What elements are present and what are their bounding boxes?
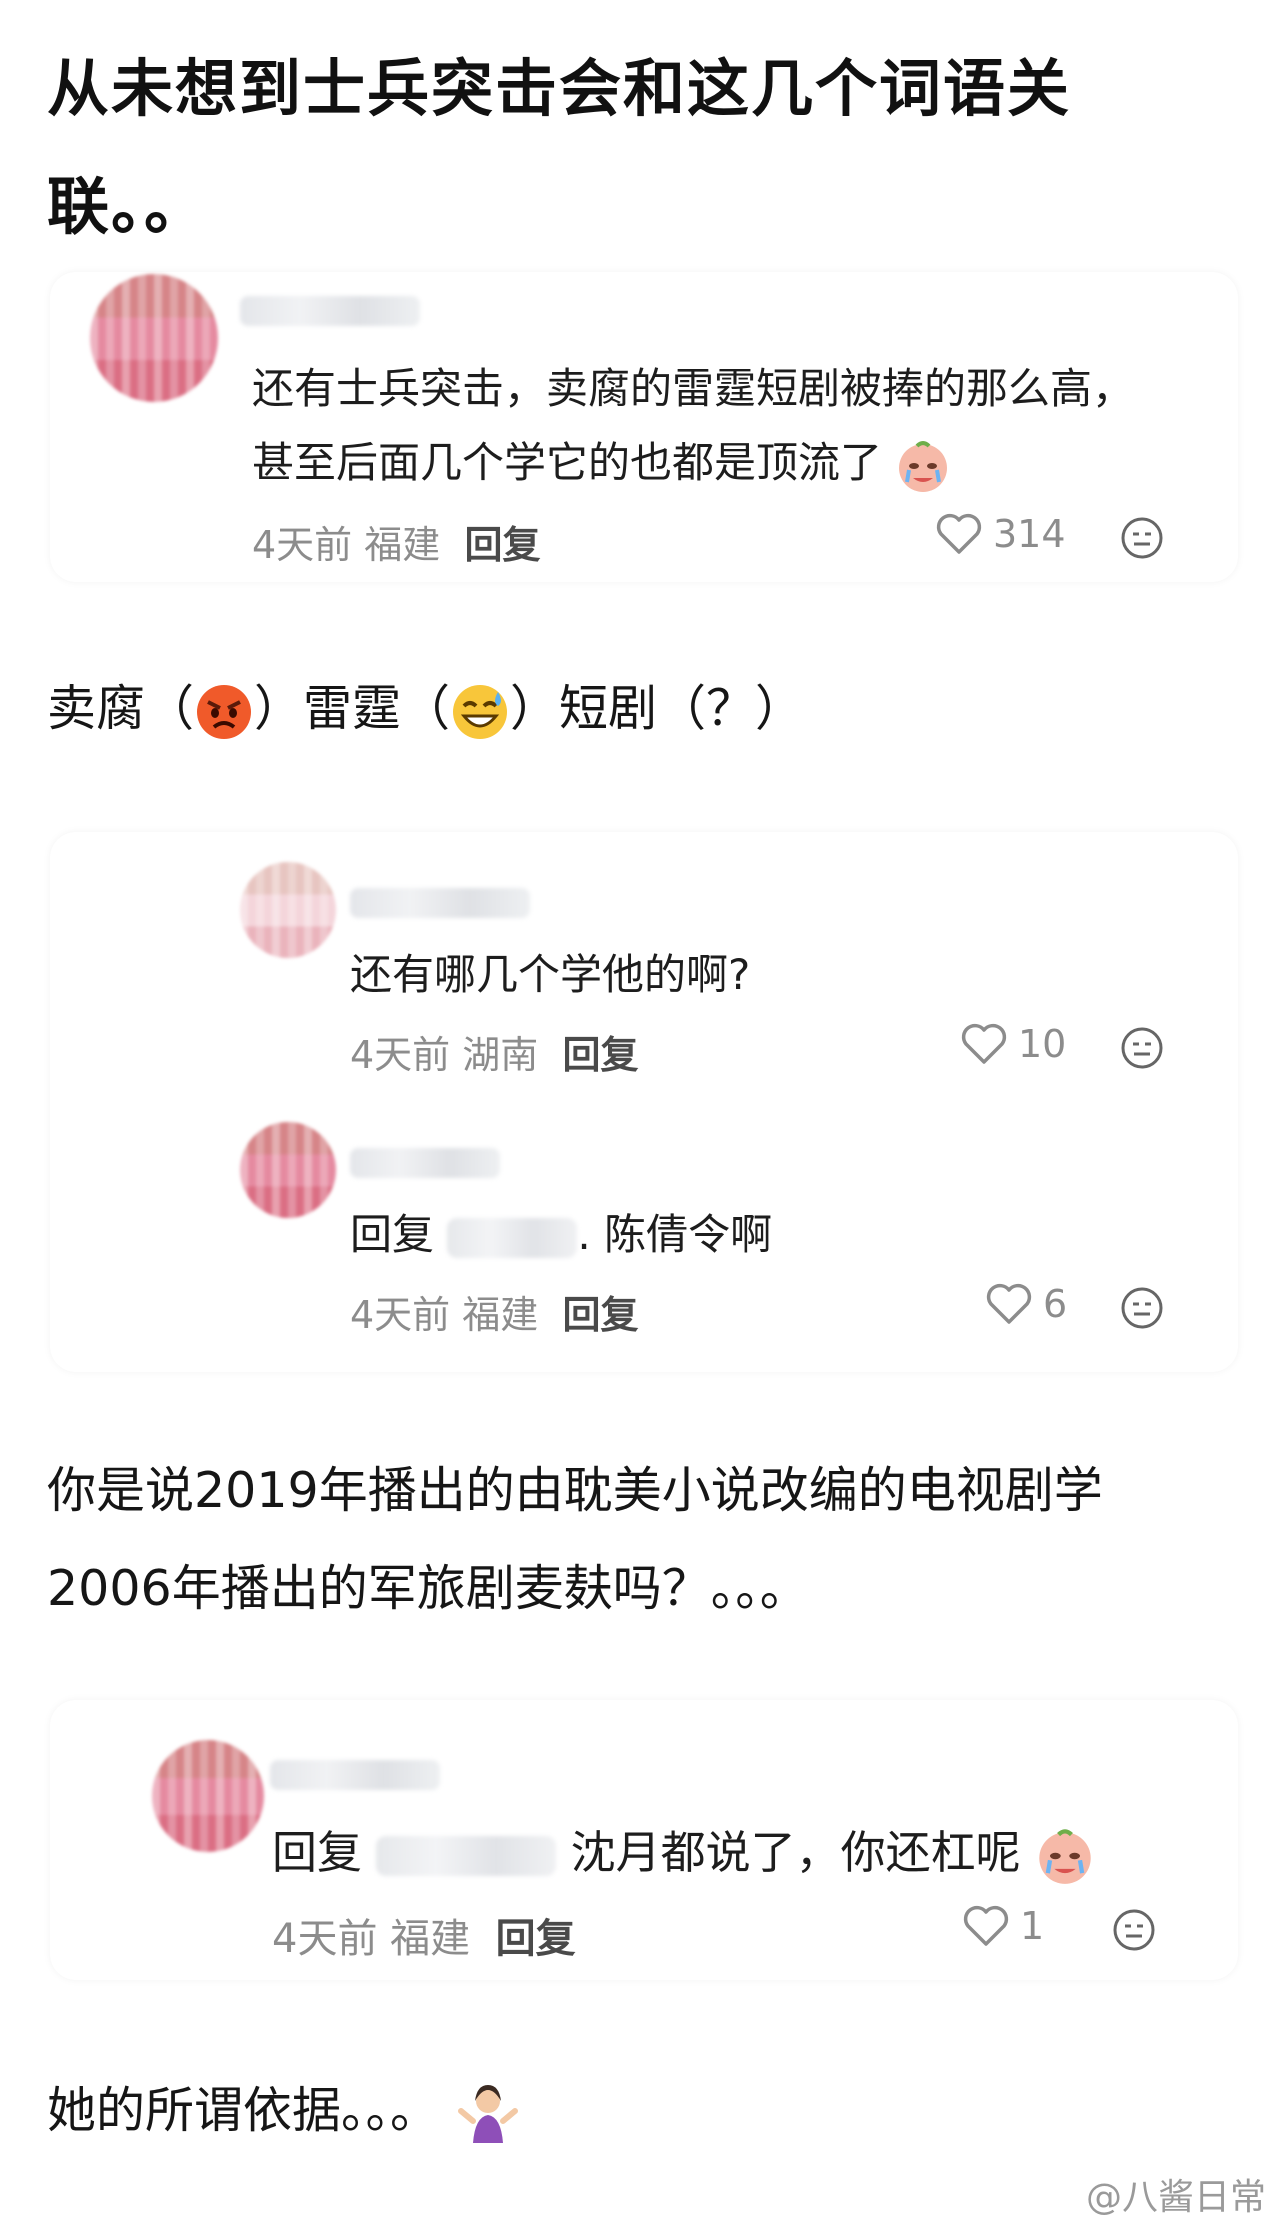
comment-text-content: 陈倩令啊 (604, 1210, 773, 1259)
comment-text: 还有士兵突击，卖腐的雷霆短剧被捧的那么高，甚至后面几个学它的也都是顶流了 (252, 352, 1152, 500)
comment-time: 4天前 (272, 1916, 378, 1962)
comment-time: 4天前 (252, 523, 353, 567)
like-button[interactable]: 314 (935, 512, 1066, 556)
commenter-avatar[interactable] (90, 274, 218, 402)
keyword-part: ）雷霆（ (254, 680, 451, 737)
mentioned-user[interactable] (447, 1217, 578, 1258)
commenter-name[interactable] (350, 888, 530, 918)
commenter-avatar[interactable] (152, 1740, 264, 1852)
comment-meta: 4天前 福建 回复 (252, 514, 540, 569)
mentioned-user[interactable] (376, 1836, 557, 1876)
comment-location: 福建 (364, 523, 441, 567)
comment-meta: 4天前 福建 回复 (272, 1906, 576, 1964)
watermark: @八酱日常 (1085, 2177, 1266, 2218)
comment-card: 回复 沈月都说了，你还杠呢 4天前 福建 回复 1 (50, 1700, 1238, 1980)
keyword-part: ）短剧（？） (510, 680, 805, 737)
reply-prefix: 回复 (350, 1210, 435, 1259)
comment-meta: 4天前 福建 回复 (350, 1284, 638, 1339)
comment-card: 还有哪几个学他的啊? 4天前 湖南 回复 10 回复 . 陈倩令啊 4天前 福建… (50, 832, 1238, 1372)
comment-location: 福建 (462, 1293, 539, 1337)
neutral-face-icon[interactable] (1120, 1026, 1164, 1070)
heart-outline-icon (961, 1023, 1007, 1064)
heart-outline-icon (963, 1905, 1009, 1946)
commenter-avatar[interactable] (240, 862, 336, 958)
comment-text-content: 沈月都说了，你还杠呢 (570, 1826, 1021, 1879)
like-button[interactable]: 6 (985, 1282, 1067, 1326)
neutral-face-icon[interactable] (1120, 516, 1164, 560)
comment-text: 回复 沈月都说了，你还杠呢 (272, 1816, 1232, 1890)
like-count: 10 (1018, 1022, 1067, 1066)
comment-text: 还有哪几个学他的啊? (350, 950, 751, 999)
commenter-avatar[interactable] (240, 1122, 336, 1218)
reply-button[interactable]: 回复 (464, 523, 540, 567)
reply-prefix: 回复 (272, 1826, 363, 1879)
commenter-name[interactable] (240, 296, 420, 326)
keyword-part: 卖腐（ (47, 680, 195, 737)
heart-outline-icon (986, 1283, 1032, 1324)
like-button[interactable]: 10 (960, 1022, 1066, 1066)
heart-outline-icon (936, 513, 982, 554)
like-count: 6 (1043, 1282, 1068, 1326)
post-paragraph: 她的所谓依据。。。 (47, 2062, 521, 2160)
post-paragraph: 你是说2019年播出的由耽美小说改编的电视剧学2006年播出的军旅剧麦麸吗？。。… (47, 1462, 1103, 1617)
angry-face-icon (197, 684, 252, 739)
comment-text: 回复 . 陈倩令啊 (350, 1210, 773, 1259)
reply-button[interactable]: 回复 (562, 1293, 638, 1337)
comment-time: 4天前 (350, 1293, 451, 1337)
emoji-keyword-line: 卖腐（ ）雷霆（ ）短剧（？） (47, 660, 804, 758)
like-count: 314 (993, 512, 1066, 556)
like-count: 1 (1020, 1904, 1045, 1948)
comment-location: 湖南 (462, 1033, 539, 1077)
commenter-name[interactable] (350, 1148, 500, 1178)
comment-card: 还有士兵突击，卖腐的雷霆短剧被捧的那么高，甚至后面几个学它的也都是顶流了 4天前… (50, 272, 1238, 582)
reply-button[interactable]: 回复 (562, 1033, 638, 1077)
comment-location: 福建 (390, 1916, 471, 1962)
like-button[interactable]: 1 (962, 1904, 1044, 1948)
comment-meta: 4天前 湖南 回复 (350, 1024, 638, 1079)
comment-time: 4天前 (350, 1033, 451, 1077)
neutral-face-icon[interactable] (1112, 1908, 1156, 1952)
reply-button[interactable]: 回复 (496, 1916, 576, 1962)
crying-face-icon (899, 440, 948, 492)
post-title: 从未想到士兵突击会和这几个词语关联。。 (47, 52, 1072, 243)
comment-text-content: 还有士兵突击，卖腐的雷霆短剧被捧的那么高，甚至后面几个学它的也都是顶流了 (252, 364, 1135, 487)
grinning-sweat-face-icon (453, 684, 508, 739)
woman-shrugging-icon (457, 2084, 518, 2143)
neutral-face-icon[interactable] (1120, 1286, 1164, 1330)
post-paragraph-text: 她的所谓依据。。。 (47, 2082, 440, 2139)
commenter-name[interactable] (270, 1760, 440, 1790)
crying-face-icon (1039, 1829, 1091, 1884)
